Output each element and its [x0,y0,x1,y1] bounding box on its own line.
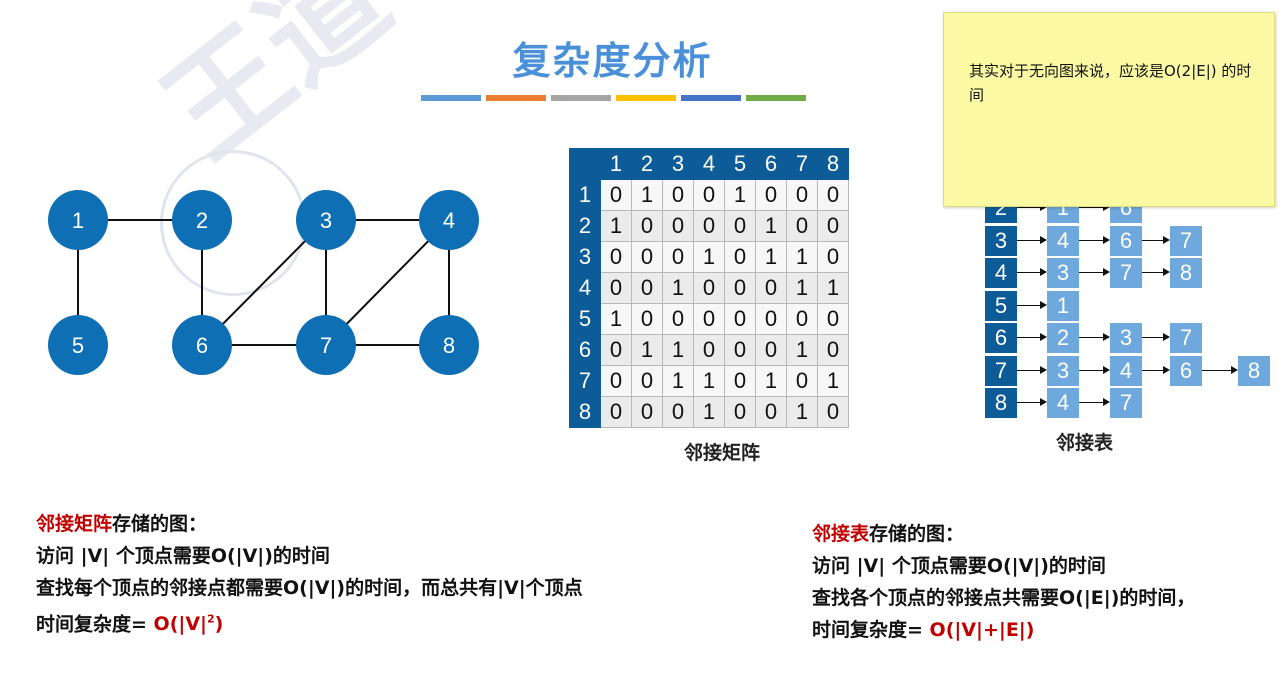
list-head-cell: 6 [985,323,1017,355]
arrow-icon [1142,333,1170,341]
list-head-cell: 4 [985,258,1017,290]
list-complexity-text: 邻接表存储的图： 访问 |V| 个顶点需要O(|V|)的时间 查找各个顶点的邻接… [812,518,1195,646]
matrix-line-visit: 访问 |V| 个顶点需要O(|V|)的时间 [36,545,330,567]
arrow-icon [1142,365,1170,374]
list-head-cell: 5 [985,290,1017,323]
list-node: 8 [1238,355,1270,386]
arrow-icon [1079,333,1110,341]
arrow-icon [1017,333,1047,341]
list-node: 4 [1110,355,1142,386]
arrow-icon [1142,235,1170,244]
arrow-icon [1079,268,1110,276]
list-head-cell: 8 [985,388,1017,420]
list-node: 6 [1170,355,1202,386]
matrix-complexity-text: 邻接矩阵存储的图： 访问 |V| 个顶点需要O(|V|)的时间 查找每个顶点的邻… [36,508,583,640]
list-node: 3 [1047,355,1079,386]
list-label: 邻接表 [1056,432,1114,454]
arrow-icon [1079,235,1110,244]
list-node: 7 [1170,323,1202,353]
arrow-icon [1017,300,1047,309]
list-heading: 存储的图： [869,523,965,545]
arrow-icon [1017,365,1047,374]
list-node: 4 [1047,225,1079,256]
list-node: 2 [1047,323,1079,353]
note-text: 其实对于无向图来说，应该是O(2|E|) 的时间 [969,62,1252,104]
arrow-icon [1079,365,1110,374]
list-node: 7 [1110,258,1142,288]
list-line-search: 查找各个顶点的邻接点共需要O(|E|)的时间， [812,587,1196,609]
list-node: 8 [1170,258,1202,288]
list-node: 6 [1110,225,1142,256]
arrow-icon [1079,398,1110,406]
list-node: 7 [1170,225,1202,256]
matrix-complexity-value: O(|V|2) [153,613,224,636]
matrix-heading: 存储的图： [112,513,208,535]
matrix-line-search: 查找每个顶点的邻接点都需要O(|V|)的时间，而总共有|V|个顶点 [36,577,583,599]
matrix-term: 邻接矩阵 [36,513,113,535]
list-node: 3 [1047,258,1079,288]
list-complexity-value: O(|V|+|E|) [929,619,1035,641]
list-node: 4 [1047,388,1079,418]
arrow-icon [1079,203,1110,211]
arrow-icon [1017,203,1047,211]
list-head-cell: 3 [985,225,1017,258]
list-line-visit: 访问 |V| 个顶点需要O(|V|)的时间 [812,555,1106,577]
list-node: 7 [1110,388,1142,418]
arrow-icon [1017,235,1047,244]
sticky-note[interactable]: 其实对于无向图来说，应该是O(2|E|) 的时间 [943,12,1275,207]
arrow-icon [1202,365,1238,374]
list-node: 3 [1110,323,1142,353]
list-head-cell: 7 [985,355,1017,388]
arrow-icon [1017,398,1047,406]
arrow-icon [1142,268,1170,276]
arrow-icon [1017,268,1047,276]
list-complexity-label: 时间复杂度= [812,619,930,641]
list-term: 邻接表 [812,523,870,545]
matrix-complexity-label: 时间复杂度= [36,613,154,636]
list-node: 1 [1047,290,1079,321]
